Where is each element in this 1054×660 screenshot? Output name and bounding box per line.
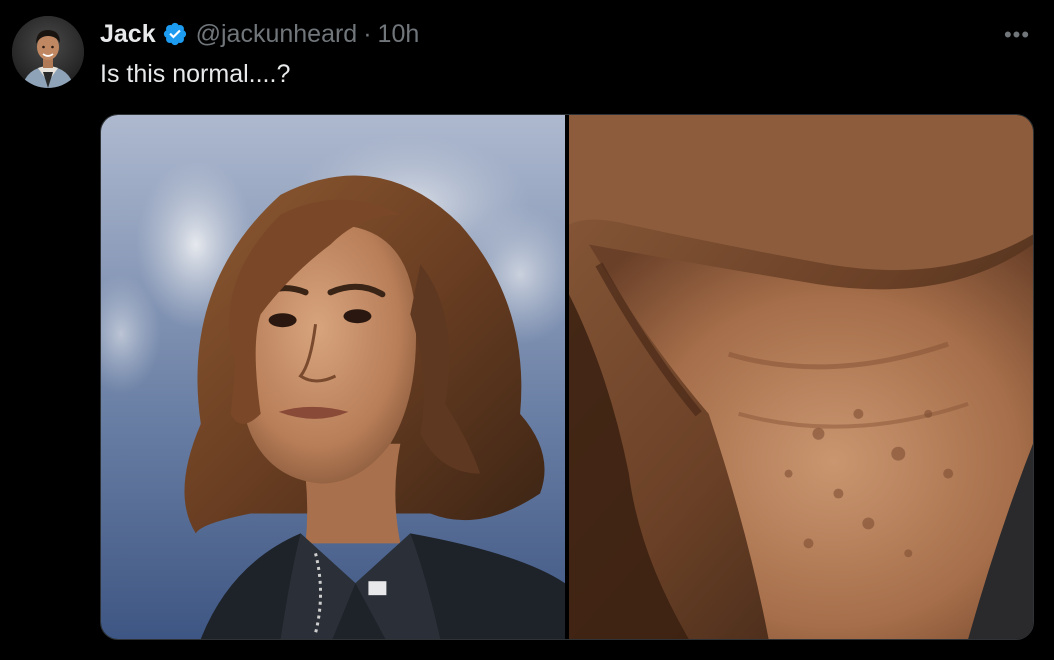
media-grid <box>100 114 1034 640</box>
avatar-photo <box>12 16 84 88</box>
display-name[interactable]: Jack <box>100 18 156 50</box>
tweet-text: Is this normal....? <box>100 60 291 88</box>
separator-dot: · <box>363 20 372 48</box>
media-image-closeup[interactable] <box>569 115 1033 639</box>
user-handle[interactable]: @jackunheard <box>196 18 358 50</box>
more-options-icon[interactable]: ••• <box>1002 20 1032 50</box>
photo-portrait-icon <box>101 115 565 639</box>
avatar[interactable] <box>12 16 84 88</box>
tweet[interactable]: Jack @jackunheard · 10h ••• Is this norm… <box>0 0 1054 660</box>
photo-closeup-icon <box>569 115 1033 639</box>
timestamp[interactable]: 10h <box>378 18 420 50</box>
media-image-portrait[interactable] <box>101 115 565 639</box>
tweet-header: Jack @jackunheard · 10h <box>100 18 419 50</box>
verified-badge-icon <box>162 21 188 47</box>
